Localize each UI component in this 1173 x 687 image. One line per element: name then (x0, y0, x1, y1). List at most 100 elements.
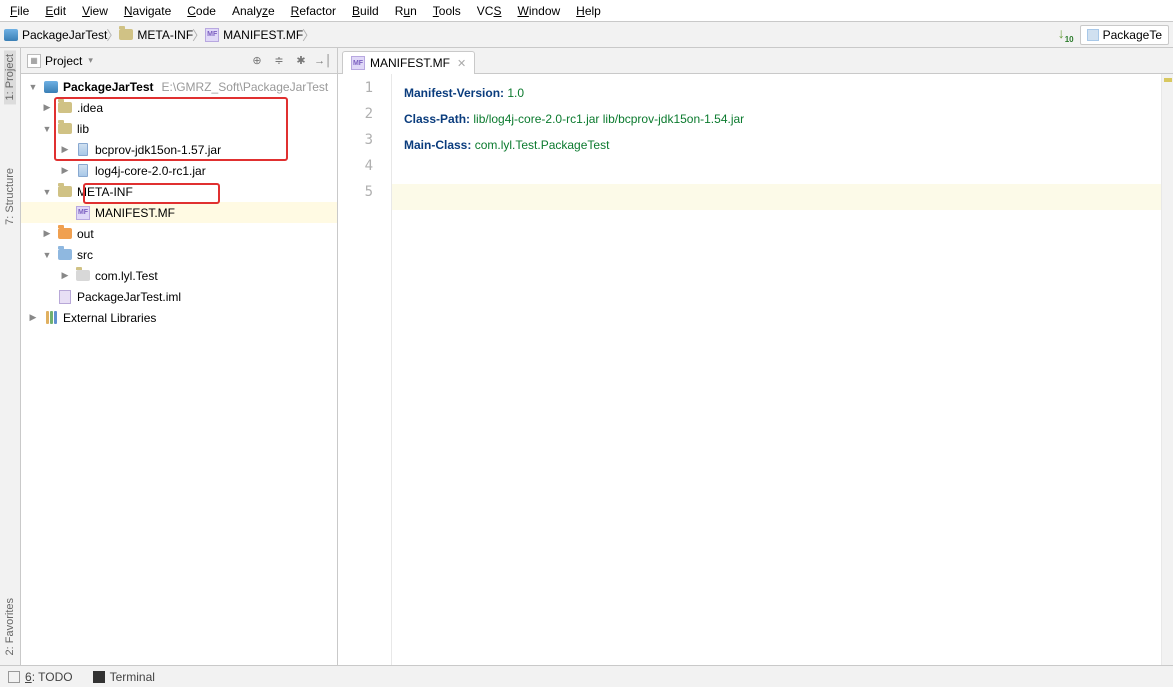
tree-package[interactable]: ▶ com.lyl.Test (21, 265, 337, 286)
tree-jar-item[interactable]: ▶ log4j-core-2.0-rc1.jar (21, 160, 337, 181)
tree-folder-src[interactable]: ▼ src (21, 244, 337, 265)
bottom-tool-bar: 6: TODO Terminal (0, 665, 1173, 687)
menu-window[interactable]: Window (513, 2, 564, 20)
make-project-icon[interactable]: ↓10 (1058, 25, 1074, 44)
tool-tab-project[interactable]: 1: Project (4, 50, 16, 104)
expand-icon[interactable]: ▶ (41, 102, 53, 113)
breadcrumb-label: PackageJarTest (22, 28, 107, 42)
error-stripe[interactable] (1161, 74, 1173, 665)
code-area[interactable]: Manifest-Version: 1.0 Class-Path: lib/lo… (392, 74, 1161, 665)
editor-tab-label: MANIFEST.MF (370, 56, 450, 70)
settings-icon[interactable]: ✱ (293, 53, 309, 69)
manifest-value: lib/log4j-core-2.0-rc1.jar lib/bcprov-jd… (470, 112, 744, 126)
project-panel-title: Project (45, 54, 82, 68)
expand-icon[interactable]: ▼ (41, 250, 53, 260)
hide-panel-icon[interactable]: →│ (315, 53, 331, 69)
breadcrumb-file[interactable]: MF MANIFEST.MF (201, 24, 311, 46)
menu-run[interactable]: Run (391, 2, 421, 20)
tool-tab-label: Terminal (110, 670, 155, 684)
terminal-icon (93, 671, 105, 683)
jar-icon (78, 164, 88, 177)
editor-panel: MF MANIFEST.MF ✕ 1 2 3 4 5 Manifest-Vers… (338, 48, 1173, 665)
folder-icon (58, 123, 72, 134)
menu-analyze[interactable]: Analyze (228, 2, 279, 20)
tree-folder-out[interactable]: ▶ out (21, 223, 337, 244)
tree-jar-item[interactable]: ▶ bcprov-jdk15on-1.57.jar (21, 139, 337, 160)
run-config-label: PackageTe (1103, 28, 1162, 42)
package-icon (76, 270, 90, 281)
tree-folder-idea[interactable]: ▶ .idea (21, 97, 337, 118)
expand-icon[interactable]: ▼ (41, 124, 53, 134)
close-icon[interactable]: ✕ (457, 57, 466, 70)
project-icon (4, 29, 18, 41)
project-panel-header: ▦ Project ▾ ⊕ ≑ ✱ →│ (21, 48, 337, 74)
expand-icon[interactable]: ▶ (41, 228, 53, 239)
menu-refactor[interactable]: Refactor (287, 2, 340, 20)
tree-file-iml[interactable]: PackageJarTest.iml (21, 286, 337, 307)
expand-icon[interactable]: ▶ (59, 165, 71, 176)
jar-icon (78, 143, 88, 156)
breadcrumb-folder[interactable]: META-INF (115, 24, 201, 46)
menu-tools[interactable]: Tools (429, 2, 465, 20)
folder-icon (119, 29, 133, 40)
tool-tab-terminal[interactable]: Terminal (93, 670, 155, 684)
expand-icon[interactable]: ▶ (59, 144, 71, 155)
navigation-bar: PackageJarTest META-INF MF MANIFEST.MF ↓… (0, 22, 1173, 48)
folder-icon (58, 186, 72, 197)
folder-icon (58, 102, 72, 113)
project-tree: ▼ PackageJarTest E:\GMRZ_Soft\PackageJar… (21, 74, 337, 665)
project-view-icon: ▦ (27, 54, 41, 68)
line-number: 3 (338, 132, 391, 158)
manifest-icon: MF (76, 206, 90, 220)
manifest-key: Main-Class: (404, 138, 471, 152)
collapse-all-icon[interactable]: ≑ (271, 53, 287, 69)
menu-view[interactable]: View (78, 2, 112, 20)
editor-tab[interactable]: MF MANIFEST.MF ✕ (342, 51, 475, 74)
manifest-value: com.lyl.Test.PackageTest (471, 138, 609, 152)
breadcrumb-label: META-INF (137, 28, 193, 42)
manifest-icon: MF (351, 56, 365, 70)
menu-vcs[interactable]: VCS (473, 2, 506, 20)
project-tool-window: ▦ Project ▾ ⊕ ≑ ✱ →│ ▼ PackageJarTest E:… (21, 48, 338, 665)
libraries-icon (46, 311, 57, 324)
manifest-key: Manifest-Version: (404, 86, 504, 100)
dropdown-icon[interactable]: ▾ (88, 55, 93, 66)
menu-help[interactable]: Help (572, 2, 605, 20)
menu-code[interactable]: Code (183, 2, 220, 20)
manifest-icon: MF (205, 28, 219, 42)
left-tool-gutter: 1: Project 7: Structure 2: Favorites (0, 48, 21, 665)
tree-external-libraries[interactable]: ▶ External Libraries (21, 307, 337, 328)
tool-tab-todo[interactable]: 6: TODO (8, 670, 73, 684)
line-number-gutter: 1 2 3 4 5 (338, 74, 392, 665)
todo-icon (8, 671, 20, 683)
menu-navigate[interactable]: Navigate (120, 2, 175, 20)
tree-folder-metainf[interactable]: ▼ META-INF (21, 181, 337, 202)
module-icon (59, 290, 71, 304)
warning-marker[interactable] (1164, 78, 1172, 82)
source-folder-icon (58, 249, 72, 260)
expand-icon[interactable]: ▼ (27, 82, 39, 92)
tree-folder-lib[interactable]: ▼ lib (21, 118, 337, 139)
scroll-to-source-icon[interactable]: ⊕ (249, 53, 265, 69)
editor-tab-bar: MF MANIFEST.MF ✕ (338, 48, 1173, 74)
line-number: 2 (338, 106, 391, 132)
expand-icon[interactable]: ▶ (59, 270, 71, 281)
project-icon (44, 81, 58, 93)
tool-tab-favorites[interactable]: 2: Favorites (4, 594, 16, 659)
editor-body[interactable]: 1 2 3 4 5 Manifest-Version: 1.0 Class-Pa… (338, 74, 1173, 665)
menu-file[interactable]: File (6, 2, 33, 20)
line-number: 4 (338, 158, 391, 184)
manifest-value: 1.0 (504, 86, 524, 100)
expand-icon[interactable]: ▶ (27, 312, 39, 323)
breadcrumb-label: MANIFEST.MF (223, 28, 303, 42)
tree-project-root[interactable]: ▼ PackageJarTest E:\GMRZ_Soft\PackageJar… (21, 76, 337, 97)
line-number: 5 (338, 184, 391, 210)
run-config-selector[interactable]: PackageTe (1080, 25, 1169, 45)
breadcrumb-project[interactable]: PackageJarTest (0, 24, 115, 46)
expand-icon[interactable]: ▼ (41, 187, 53, 197)
manifest-key: Class-Path: (404, 112, 470, 126)
menu-build[interactable]: Build (348, 2, 383, 20)
tree-file-manifest[interactable]: MF MANIFEST.MF (21, 202, 337, 223)
menu-edit[interactable]: Edit (41, 2, 70, 20)
tool-tab-structure[interactable]: 7: Structure (4, 164, 16, 229)
